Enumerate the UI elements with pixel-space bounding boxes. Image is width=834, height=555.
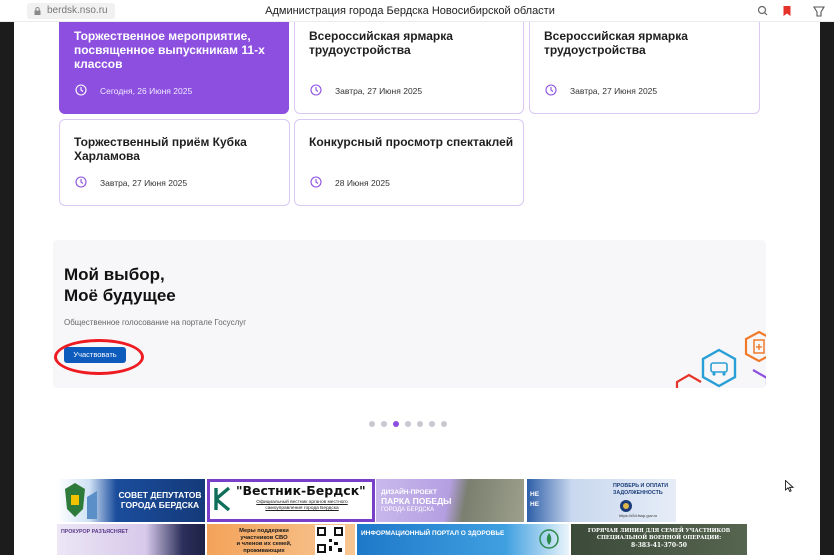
- banner-title-line: Мой выбор,: [64, 265, 165, 284]
- svo-text: Меры поддержки участников СВО и членов и…: [219, 528, 309, 554]
- prosecutor-title: ПРОКУРОР РАЗЪЯСНЯЕТ: [61, 529, 129, 535]
- debt-url: https://r54.fssp.gov.ru: [619, 513, 658, 518]
- vestnik-sub-line: самоуправления города Бердска: [265, 506, 339, 511]
- event-card[interactable]: Торжественный приём Кубка Харламова Завт…: [59, 119, 290, 206]
- service-icons-decoration: [675, 330, 766, 388]
- carousel-dot[interactable]: [381, 421, 387, 427]
- hotline-banner[interactable]: ГОРЯЧАЯ ЛИНИЯ ДЛЯ СЕМЕЙ УЧАСТНИКОВ СПЕЦИ…: [571, 524, 747, 555]
- qr-code-icon: [315, 525, 345, 555]
- council-title: СОВЕТ ДЕПУТАТОВ ГОРОДА БЕРДСКА: [117, 490, 203, 510]
- prosecutor-banner[interactable]: ПРОКУРОР РАЗЪЯСНЯЕТ: [57, 524, 205, 555]
- debt-title-line: ПРОВЕРЬ И ОПЛАТИ: [613, 483, 669, 489]
- event-date: Завтра, 27 Июня 2025: [570, 86, 658, 96]
- svo-line: проживающих: [243, 547, 285, 554]
- carousel-dot-active[interactable]: [393, 421, 399, 427]
- hotline-line: ГОРЯЧАЯ ЛИНИЯ ДЛЯ СЕМЕЙ УЧАСТНИКОВ: [587, 528, 731, 534]
- banner-title: Мой выбор, Моё будущее: [64, 264, 304, 306]
- mouse-cursor-icon: [785, 480, 794, 492]
- event-title: Конкурсный просмотр спектаклей: [309, 135, 514, 149]
- park-title: ДИЗАЙН-ПРОЕКТ ПАРКА ПОБЕДЫ ГОРОДА БЕРДСК…: [381, 488, 451, 515]
- carousel-dot[interactable]: [417, 421, 423, 427]
- event-date: 28 Июня 2025: [335, 178, 390, 188]
- event-card[interactable]: Всероссийская ярмарка трудоустройства За…: [529, 22, 760, 114]
- council-line: ГОРОДА БЕРДСКА: [120, 500, 200, 510]
- park-banner[interactable]: ДИЗАЙН-ПРОЕКТ ПАРКА ПОБЕДЫ ГОРОДА БЕРДСК…: [376, 479, 524, 522]
- carousel-dot[interactable]: [441, 421, 447, 427]
- vestnik-banner[interactable]: "Вестник-Бердск" Официальный вестник орг…: [207, 479, 375, 522]
- council-banner[interactable]: СОВЕТ ДЕПУТАТОВ ГОРОДА БЕРДСКА: [57, 479, 205, 522]
- hotline-line: СПЕЦИАЛЬНОЙ ВОЕННОЙ ОПЕРАЦИИ:: [596, 535, 722, 541]
- debt-left-line: НЕ: [530, 501, 540, 508]
- browser-toolbar: berdsk.nso.ru Администрация города Бердс…: [0, 0, 834, 22]
- banner-title-line: Моё будущее: [64, 286, 176, 305]
- park-line: ГОРОДА БЕРДСКА: [381, 507, 435, 513]
- event-card[interactable]: Всероссийская ярмарка трудоустройства За…: [294, 22, 524, 114]
- debt-left-text: НЕ НЕ: [530, 490, 539, 510]
- search-icon[interactable]: [756, 4, 770, 18]
- clock-icon: [310, 176, 322, 188]
- hotline-phone: 8-383-41-370-50: [631, 542, 687, 549]
- event-title: Всероссийская ярмарка трудоустройства: [309, 29, 453, 57]
- park-line: ПАРКА ПОБЕДЫ: [381, 496, 452, 506]
- event-card[interactable]: Торжественное мероприятие, посвященное в…: [59, 22, 289, 114]
- vestnik-title: "Вестник-Бердск": [236, 483, 366, 498]
- event-date: Завтра, 27 Июня 2025: [335, 86, 423, 96]
- vestnik-subtitle: Официальный вестник органов местного сам…: [242, 500, 362, 512]
- city-emblem-icon: [65, 483, 97, 519]
- bookmark-icon[interactable]: [780, 4, 794, 18]
- health-title: ИНФОРМАЦИОННЫЙ ПОРТАЛ О ЗДОРОВЬЕ: [361, 530, 505, 537]
- banner-subtitle: Общественное голосование на портале Госу…: [64, 318, 247, 327]
- health-portal-banner[interactable]: ИНФОРМАЦИОННЫЙ ПОРТАЛ О ЗДОРОВЬЕ: [357, 524, 569, 555]
- hotline-text: ГОРЯЧАЯ ЛИНИЯ ДЛЯ СЕМЕЙ УЧАСТНИКОВ СПЕЦИ…: [575, 528, 743, 549]
- debt-left-line: НЕ: [530, 491, 540, 498]
- health-logo-icon: [539, 529, 559, 549]
- page-content: Торжественное мероприятие, посвященное в…: [14, 22, 820, 555]
- vestnik-logo-icon: [214, 486, 231, 512]
- promo-banner[interactable]: Мой выбор, Моё будущее Общественное голо…: [53, 240, 766, 388]
- page-title: Администрация города Бердска Новосибирск…: [265, 5, 555, 17]
- download-icon[interactable]: [812, 4, 826, 18]
- clock-icon: [545, 84, 557, 96]
- event-title: Торжественное мероприятие, посвященное в…: [74, 29, 265, 71]
- fssp-emblem-icon: [620, 500, 632, 512]
- clock-icon: [75, 84, 87, 96]
- event-title: Всероссийская ярмарка трудоустройства: [544, 29, 688, 57]
- clock-icon: [75, 176, 87, 188]
- debt-banner[interactable]: НЕ НЕ ПРОВЕРЬ И ОПЛАТИ ЗАДОЛЖЕННОСТЬ htt…: [527, 479, 676, 522]
- council-line: СОВЕТ ДЕПУТАТОВ: [118, 490, 202, 500]
- event-date: Завтра, 27 Июня 2025: [100, 178, 188, 188]
- debt-title-line: ЗАДОЛЖЕННОСТЬ: [613, 490, 663, 496]
- highlight-annotation: [54, 339, 144, 375]
- carousel-dot[interactable]: [429, 421, 435, 427]
- clock-icon: [310, 84, 322, 96]
- event-card[interactable]: Конкурсный просмотр спектаклей 28 Июня 2…: [294, 119, 524, 206]
- carousel-dot[interactable]: [369, 421, 375, 427]
- svo-support-banner[interactable]: Меры поддержки участников СВО и членов и…: [207, 524, 355, 555]
- event-title: Торжественный приём Кубка Харламова: [74, 135, 247, 163]
- event-date: Сегодня, 26 Июня 2025: [100, 86, 193, 96]
- debt-title: ПРОВЕРЬ И ОПЛАТИ ЗАДОЛЖЕННОСТЬ: [613, 483, 668, 497]
- carousel-dot[interactable]: [405, 421, 411, 427]
